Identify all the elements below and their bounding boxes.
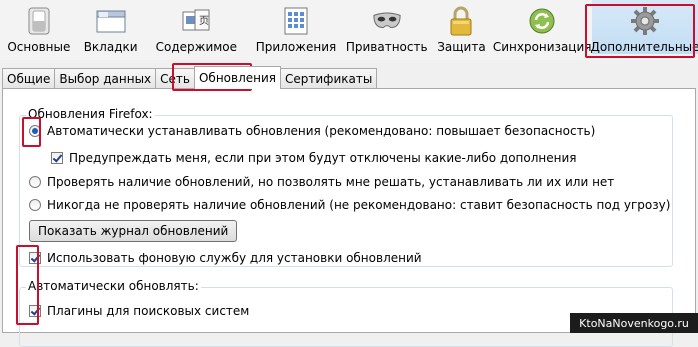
never-check-radio[interactable]	[29, 199, 41, 211]
toolbar-item-security[interactable]: Защита	[431, 0, 493, 54]
padlock-icon	[446, 6, 476, 36]
check-ask-option[interactable]: Проверять наличие обновлений, но позволя…	[29, 175, 614, 189]
svg-text:页: 页	[199, 15, 209, 27]
check-ask-label: Проверять наличие обновлений, но позволя…	[47, 175, 615, 189]
background-service-option[interactable]: Использовать фоновую службу для установк…	[29, 251, 422, 265]
mask-icon	[372, 6, 402, 36]
warn-addons-option[interactable]: Предупреждать меня, если при этом будут …	[51, 151, 577, 165]
content-icon: 页	[181, 6, 211, 36]
toolbar-item-applications[interactable]: Приложения	[249, 0, 343, 54]
toolbar-label: Приложения	[255, 40, 337, 54]
auto-install-option[interactable]: Автоматически устанавливать обновления (…	[29, 124, 595, 138]
toolbar-label: Основные	[7, 40, 71, 54]
highlight-auto-install	[22, 117, 41, 147]
toolbar-label: Защита	[437, 40, 486, 54]
updates-panel: Обновления Firefox: Автоматически устана…	[2, 88, 696, 347]
show-update-history-button[interactable]: Показать журнал обновлений	[29, 220, 238, 242]
watermark: KtoNaNovenkogo.ru	[570, 313, 698, 333]
applications-icon	[281, 6, 311, 36]
toolbar-label: Содержимое	[155, 40, 238, 54]
tab-certificates[interactable]: Сертификаты	[280, 68, 378, 89]
sync-icon	[527, 6, 557, 36]
auto-install-label: Автоматически устанавливать обновления (…	[47, 124, 596, 138]
group-title: Обновления Firefox:	[26, 107, 155, 121]
tab-general[interactable]: Общие	[2, 68, 56, 89]
group-title: Автоматически обновлять:	[26, 279, 201, 293]
check-ask-radio[interactable]	[29, 176, 41, 188]
never-check-option[interactable]: Никогда не проверять наличие обновлений …	[29, 198, 670, 212]
search-plugins-option[interactable]: Плагины для поисковых систем	[29, 304, 249, 318]
toolbar-item-privacy[interactable]: Приватность	[343, 0, 431, 54]
search-plugins-label: Плагины для поисковых систем	[47, 304, 250, 318]
highlight-advanced	[585, 4, 695, 58]
toolbar-label: Приватность	[345, 40, 428, 54]
toolbar-item-content[interactable]: 页 Содержимое	[144, 0, 250, 54]
tab-data-choices[interactable]: Выбор данных	[54, 68, 157, 89]
background-service-label: Использовать фоновую службу для установк…	[47, 251, 422, 265]
warn-addons-label: Предупреждать меня, если при этом будут …	[69, 151, 577, 165]
toolbar-item-sync[interactable]: Синхронизация	[492, 0, 592, 54]
never-check-label: Никогда не проверять наличие обновлений …	[47, 198, 671, 212]
toolbar-item-tabs[interactable]: Вкладки	[78, 0, 144, 54]
toolbar-label: Синхронизация	[492, 40, 592, 54]
toolbar-label: Вкладки	[83, 40, 138, 54]
highlight-checkboxes	[16, 245, 39, 325]
tab-updates[interactable]: Обновления	[193, 66, 282, 89]
warn-addons-checkbox[interactable]	[51, 152, 63, 164]
switch-icon	[24, 6, 54, 36]
toolbar-item-general[interactable]: Основные	[0, 0, 78, 54]
tabs-window-icon	[96, 6, 126, 36]
